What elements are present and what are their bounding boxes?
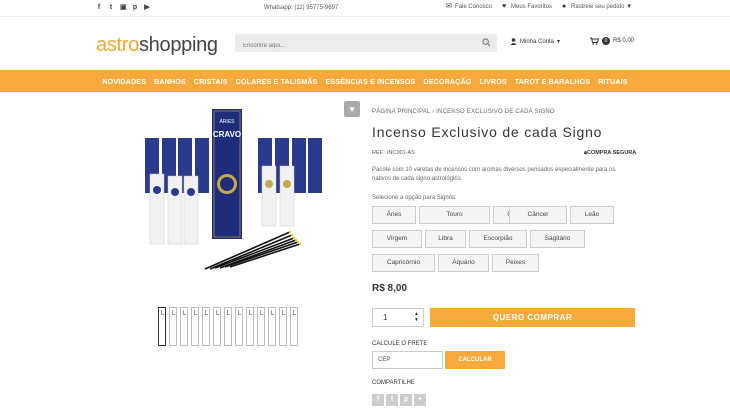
thumbnail[interactable] — [235, 307, 243, 346]
favoritos-label: Meus Favoritos — [511, 4, 553, 10]
cep-input[interactable]: CEP — [372, 351, 443, 369]
rastreie-link[interactable]: ● Rastreie seu pedido ▾ — [562, 3, 633, 10]
logo[interactable]: astroshopping — [96, 34, 218, 57]
product-title: Incenso Exclusivo de cada Signo — [372, 124, 603, 140]
option-aquario[interactable]: Aquário — [438, 254, 489, 272]
share-buttons: f t p + — [372, 394, 426, 406]
nav-banhos[interactable]: BANHOS — [154, 77, 186, 86]
pinterest-share-icon[interactable]: p — [400, 394, 412, 406]
account-label: Minha Conta — [520, 38, 555, 45]
thumbnail[interactable] — [257, 307, 265, 346]
nav-decoracao[interactable]: DECORAÇÃO — [423, 77, 471, 86]
option-peixes[interactable]: Peixes — [492, 254, 539, 272]
calculate-button[interactable]: CALCULAR — [445, 351, 505, 369]
thumbnail[interactable] — [169, 307, 177, 346]
option-cancer[interactable]: Câncer — [509, 206, 567, 224]
cart-button[interactable]: 0 R$ 0,00 — [590, 37, 634, 45]
nav-tarot-e-baralhos[interactable]: TAROT E BARALHOS — [515, 77, 590, 86]
box-sign-text: ÁRIES — [219, 118, 235, 125]
twitter-share-icon[interactable]: t — [386, 394, 398, 406]
breadcrumb-current: INCENSO EXCLUSIVO DE CADA SIGNO — [436, 109, 555, 115]
product-description: Pacote com 10 varetas de incensos com ar… — [372, 167, 616, 182]
header: astroshopping Minha Conta ▾ 0 R$ 0,00 — [0, 17, 730, 70]
option-capricornio[interactable]: Capricórnio — [372, 254, 435, 272]
chevron-down-icon: ▾ — [627, 3, 631, 10]
rastreie-label: Rastreie seu pedido — [571, 4, 625, 10]
quantity-stepper[interactable]: 1 ▲ ▼ — [372, 308, 424, 327]
thumbnail[interactable] — [202, 307, 210, 346]
freight-label: CALCULE O FRETE — [372, 341, 428, 347]
thumbnail[interactable] — [191, 307, 199, 346]
product-ref: REF.: INC001-AS — [372, 150, 415, 156]
option-touro[interactable]: Touro — [419, 206, 490, 224]
cart-count-badge: 0 — [602, 37, 610, 45]
search-input[interactable] — [235, 37, 465, 55]
option-leao[interactable]: Leão — [570, 206, 614, 224]
option-sagitario[interactable]: Sagitário — [530, 230, 585, 248]
quantity-value: 1 — [383, 313, 388, 322]
fale-conosco-link[interactable]: ✉ Fale Conosco — [446, 3, 493, 10]
top-links: ✉ Fale Conosco ♥ Meus Favoritos ● Rastreie … — [446, 3, 633, 10]
twitter-icon[interactable]: t — [108, 4, 114, 11]
chevron-down-icon: ▾ — [557, 39, 561, 45]
logo-part-astro: astro — [96, 34, 139, 56]
product-price: R$ 8,00 — [372, 283, 408, 294]
nav-cristais[interactable]: CRISTAIS — [194, 77, 228, 86]
thumbnail[interactable] — [158, 307, 166, 346]
buy-button[interactable]: QUERO COMPRAR — [430, 308, 635, 327]
nav-essencias-e-incensos[interactable]: ESSÊNCIAS E INCENSOS — [326, 77, 416, 86]
main-nav: NOVIDADES BANHOS CRISTAIS COLARES E TALI… — [0, 70, 730, 92]
mail-icon: ✉ — [446, 3, 452, 10]
option-virgem[interactable]: Virgem — [372, 230, 422, 248]
cart-total: R$ 0,00 — [613, 38, 635, 44]
nav-novidades[interactable]: NOVIDADES — [102, 77, 146, 86]
facebook-share-icon[interactable]: f — [372, 394, 384, 406]
stepper-arrows-icon[interactable]: ▲ ▼ — [414, 311, 419, 323]
social-links: f t ▣ p ▶ — [96, 4, 150, 11]
thumbnail[interactable] — [290, 307, 298, 346]
select-label: Selecione a opção para Signos: — [372, 195, 457, 201]
breadcrumb-separator: › — [432, 109, 435, 115]
thumbnail[interactable] — [213, 307, 221, 346]
logo-part-shopping: shopping — [138, 34, 218, 56]
favoritos-link[interactable]: ♥ Meus Favoritos — [502, 3, 553, 10]
whatsapp-text: Whatsapp: (11) 95775-9697 — [264, 5, 339, 11]
product-image: ÁRIES CRAVO — [145, 109, 322, 270]
box-aroma-text: CRAVO — [213, 130, 241, 139]
share-label: COMPARTILHE — [372, 380, 415, 386]
cart-icon — [590, 37, 599, 45]
youtube-icon[interactable]: ▶ — [144, 4, 150, 11]
option-libra[interactable]: Libra — [425, 230, 466, 248]
favorite-heart-icon[interactable]: ♥ — [344, 101, 360, 117]
heart-icon: ♥ — [502, 3, 507, 10]
thumbnail[interactable] — [268, 307, 276, 346]
option-escorpiao[interactable]: Escorpião — [469, 230, 527, 248]
search-icon[interactable] — [482, 38, 491, 47]
instagram-icon[interactable]: ▣ — [120, 4, 127, 11]
thumbnail[interactable] — [246, 307, 254, 346]
top-bar: f t ▣ p ▶ Whatsapp: (11) 95775-9697 ✉ Fal… — [0, 0, 730, 17]
option-aries[interactable]: Áries — [372, 206, 416, 224]
fale-conosco-label: Fale Conosco — [455, 4, 493, 10]
user-icon — [510, 38, 517, 45]
plus-share-icon[interactable]: + — [414, 394, 426, 406]
nav-livros[interactable]: LIVROS — [479, 77, 506, 86]
location-pin-icon: ● — [562, 3, 567, 10]
search-bar — [235, 34, 497, 55]
nav-rituais[interactable]: RITUAIS — [598, 77, 627, 86]
thumbnail[interactable] — [180, 307, 188, 346]
account-menu[interactable]: Minha Conta ▾ — [510, 38, 560, 45]
thumbnail[interactable] — [224, 307, 232, 346]
facebook-icon[interactable]: f — [96, 4, 102, 11]
secure-badge: 🔒︎COMPRA SEGURA — [584, 150, 636, 157]
pinterest-icon[interactable]: p — [132, 4, 138, 11]
thumbnail-strip — [158, 307, 298, 346]
breadcrumb-home[interactable]: PÁGINA PRINCIPAL — [372, 109, 430, 115]
secure-label: COMPRA SEGURA — [586, 150, 637, 156]
thumbnail[interactable] — [279, 307, 287, 346]
breadcrumb: PÁGINA PRINCIPAL › INCENSO EXCLUSIVO DE … — [372, 109, 555, 115]
nav-colares-e-talismas[interactable]: COLARES E TALISMÃS — [236, 77, 318, 86]
